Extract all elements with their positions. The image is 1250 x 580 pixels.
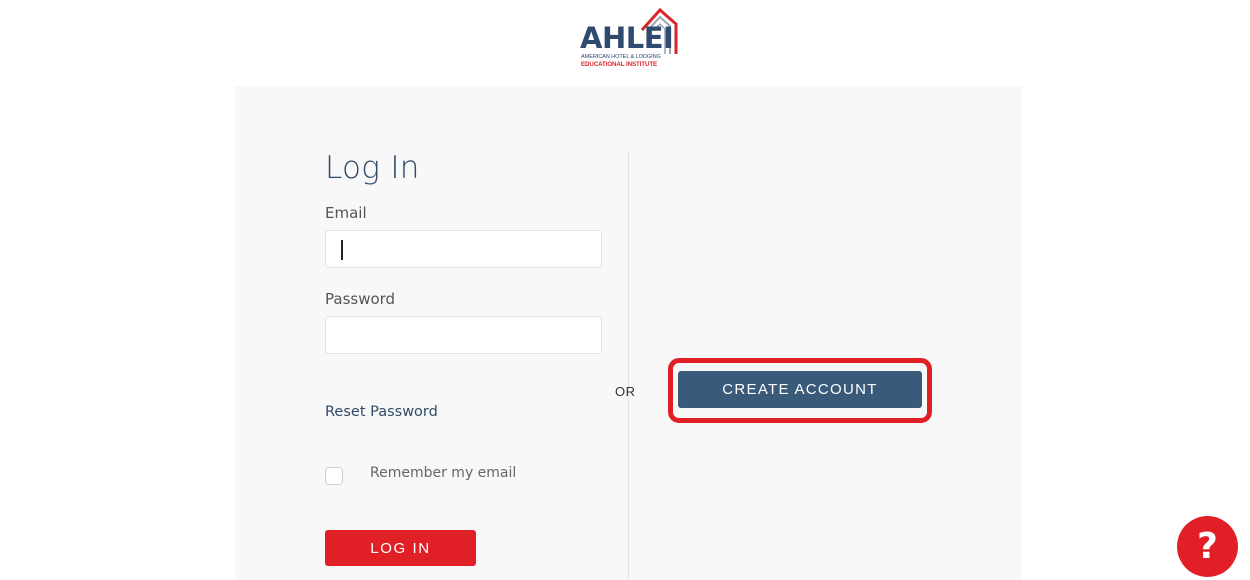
or-separator: OR bbox=[615, 384, 636, 399]
text-caret bbox=[341, 240, 343, 260]
email-label: Email bbox=[325, 204, 367, 222]
create-account-button[interactable]: CREATE ACCOUNT bbox=[678, 371, 922, 408]
password-label: Password bbox=[325, 290, 396, 308]
page-title: Log In bbox=[325, 150, 420, 186]
logo-tagline-line2: EDUCATIONAL INSTITUTE bbox=[581, 61, 658, 68]
email-field[interactable] bbox=[325, 230, 602, 268]
reset-password-link[interactable]: Reset Password bbox=[325, 404, 438, 420]
remember-email-checkbox[interactable] bbox=[325, 467, 343, 485]
help-button[interactable]: ? bbox=[1177, 516, 1238, 577]
remember-email-label: Remember my email bbox=[370, 465, 517, 481]
login-button[interactable]: LOG IN bbox=[325, 530, 476, 566]
ahlei-logo: AHLEI AMERICAN HOTEL & LODGING EDUCATION… bbox=[580, 6, 678, 68]
panel-divider bbox=[628, 152, 629, 580]
logo-wordmark: AHLEI bbox=[580, 21, 674, 55]
password-field[interactable] bbox=[325, 316, 602, 354]
logo-tagline-line1: AMERICAN HOTEL & LODGING bbox=[581, 54, 661, 60]
